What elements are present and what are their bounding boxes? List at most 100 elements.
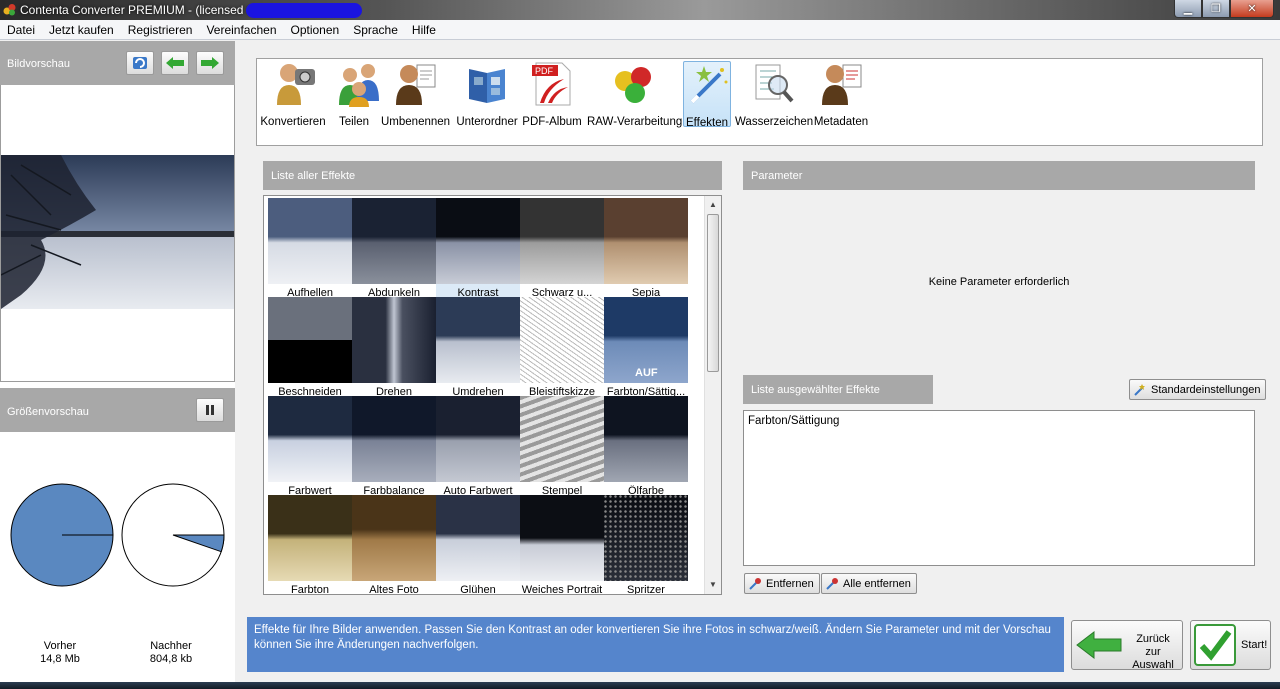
- menu-hilfe[interactable]: Hilfe: [405, 23, 443, 37]
- minimize-button[interactable]: ▁: [1174, 0, 1202, 18]
- parameter-area: Keine Parameter erforderlich: [743, 190, 1255, 370]
- effect-badge: AUF: [635, 367, 658, 379]
- effect-farbton-saettigung[interactable]: AUF Farbton/Sättig...: [604, 297, 688, 396]
- effects-scrollbar[interactable]: ▲ ▼: [704, 196, 721, 594]
- effect-thumbnail: [520, 396, 604, 482]
- refresh-preview-button[interactable]: [126, 51, 154, 75]
- remove-label: Entfernen: [766, 577, 814, 590]
- tool-wasserzeichen[interactable]: Wasserzeichen: [735, 61, 813, 128]
- back-label-line2: zur Auswahl: [1132, 646, 1174, 671]
- tool-label: RAW-Verarbeitung: [587, 116, 683, 128]
- remove-button[interactable]: Entfernen: [744, 573, 820, 594]
- effect-sepia[interactable]: Sepia: [604, 198, 688, 297]
- effect-gluehen[interactable]: Glühen: [436, 495, 520, 594]
- effect-thumbnail: [436, 198, 520, 284]
- menu-vereinfachen[interactable]: Vereinfachen: [199, 23, 283, 37]
- scroll-down-icon[interactable]: ▼: [709, 580, 717, 589]
- effect-altes-foto[interactable]: Altes Foto: [352, 495, 436, 594]
- taskbar: [0, 682, 1280, 689]
- start-button[interactable]: Start!: [1190, 620, 1271, 670]
- tool-pdf-album[interactable]: PDF PDF-Album: [522, 61, 582, 128]
- effect-thumbnail: [436, 297, 520, 383]
- effect-thumbnail: [604, 198, 688, 284]
- next-image-button[interactable]: [196, 51, 224, 75]
- effect-farbwert[interactable]: Farbwert: [268, 396, 352, 495]
- selected-effects-header: Liste ausgewählter Effekte: [743, 375, 933, 404]
- menu-optionen[interactable]: Optionen: [284, 23, 347, 37]
- pause-button[interactable]: [196, 398, 224, 422]
- effect-stempel[interactable]: Stempel: [520, 396, 604, 495]
- effect-kontrast[interactable]: Kontrast: [436, 198, 520, 297]
- start-label: Start!: [1241, 639, 1268, 651]
- effect-weiches-portrait[interactable]: Weiches Portrait: [520, 495, 604, 594]
- tool-label: PDF-Album: [522, 116, 582, 128]
- effect-thumbnail: [352, 495, 436, 581]
- parameter-title: Parameter: [751, 170, 803, 182]
- menu-sprache[interactable]: Sprache: [346, 23, 405, 37]
- before-label: Vorher: [43, 640, 77, 652]
- effect-label: Kontrast: [457, 287, 499, 297]
- tool-metadaten[interactable]: Metadaten: [812, 61, 870, 128]
- effect-beschneiden[interactable]: Beschneiden: [268, 297, 352, 396]
- before-size: 14,8 Mb: [40, 653, 80, 665]
- effect-label: Schwarz u...: [531, 287, 593, 297]
- folder-book-icon: [469, 69, 505, 103]
- before-size-pie: [10, 483, 114, 587]
- window-title: Contenta Converter PREMIUM - (licensed t…: [20, 3, 257, 17]
- effect-thumbnail: AUF: [604, 297, 688, 383]
- effect-schwarz-weiss[interactable]: Schwarz u...: [520, 198, 604, 297]
- remove-all-label: Alle entfernen: [843, 577, 911, 590]
- effect-label: Auto Farbwert: [443, 485, 513, 495]
- effect-oelfarbe[interactable]: Ölfarbe: [604, 396, 688, 495]
- defaults-button[interactable]: Standardeinstellungen: [1129, 379, 1267, 400]
- scrollbar-thumb[interactable]: [707, 214, 719, 372]
- effect-label: Sepia: [631, 287, 661, 297]
- effect-auto-farbwert[interactable]: Auto Farbwert: [436, 396, 520, 495]
- effect-thumbnail: [352, 297, 436, 383]
- tool-label: Effekten: [686, 117, 728, 129]
- tool-konvertieren[interactable]: Konvertieren: [259, 61, 327, 128]
- effect-thumbnail: [436, 396, 520, 482]
- remove-all-button[interactable]: Alle entfernen: [821, 573, 917, 594]
- back-label: Zurück zur Auswahl: [1124, 633, 1182, 672]
- effect-umdrehen[interactable]: Umdrehen: [436, 297, 520, 396]
- selected-effect-item[interactable]: Farbton/Sättigung: [748, 415, 1250, 427]
- effect-label: Spritzer: [627, 584, 665, 594]
- effect-thumbnail: [604, 396, 688, 482]
- selected-effects-list[interactable]: Farbton/Sättigung: [743, 410, 1255, 566]
- title-bar: Contenta Converter PREMIUM - (licensed t…: [0, 0, 1280, 20]
- preview-header: Bildvorschau: [0, 41, 235, 85]
- effect-drehen[interactable]: Drehen: [352, 297, 436, 396]
- scroll-up-icon[interactable]: ▲: [709, 200, 717, 209]
- tool-effekten[interactable]: Effekten: [683, 61, 731, 129]
- close-button[interactable]: ✕: [1230, 0, 1274, 18]
- effect-farbbalance[interactable]: Farbbalance: [352, 396, 436, 495]
- back-button[interactable]: Zurück zur Auswahl: [1071, 620, 1183, 672]
- preview-photo: [1, 155, 234, 309]
- pause-icon: [206, 405, 214, 415]
- effect-label: Aufhellen: [287, 287, 333, 297]
- effect-thumbnail: [352, 396, 436, 482]
- previous-image-button[interactable]: [161, 51, 189, 75]
- effect-spritzer[interactable]: Spritzer: [604, 495, 688, 594]
- tool-teilen[interactable]: Teilen: [335, 61, 379, 128]
- person-document-icon: [822, 64, 862, 105]
- tool-unterordner[interactable]: Unterordner: [455, 61, 519, 128]
- tool-raw-verarbeitung[interactable]: RAW-Verarbeitung: [587, 61, 683, 128]
- effect-label: Abdunkeln: [368, 287, 420, 297]
- after-label: Nachher: [150, 640, 192, 652]
- menu-datei[interactable]: Datei: [0, 23, 42, 37]
- effect-farbton[interactable]: Farbton: [268, 495, 352, 594]
- menu-registrieren[interactable]: Registrieren: [121, 23, 200, 37]
- parameter-message: Keine Parameter erforderlich: [928, 276, 1070, 288]
- menu-jetzt-kaufen[interactable]: Jetzt kaufen: [42, 23, 121, 37]
- size-preview-title: Größenvorschau: [7, 406, 89, 418]
- tool-umbenennen[interactable]: Umbenennen: [381, 61, 450, 128]
- maximize-button[interactable]: ❐: [1202, 0, 1230, 18]
- tool-label: Konvertieren: [260, 116, 326, 128]
- effect-bleistiftskizze[interactable]: Bleistiftskizze: [520, 297, 604, 396]
- after-size-pie: [121, 483, 225, 587]
- image-preview: [0, 85, 235, 382]
- effect-aufhellen[interactable]: Aufhellen: [268, 198, 352, 297]
- effect-abdunkeln[interactable]: Abdunkeln: [352, 198, 436, 297]
